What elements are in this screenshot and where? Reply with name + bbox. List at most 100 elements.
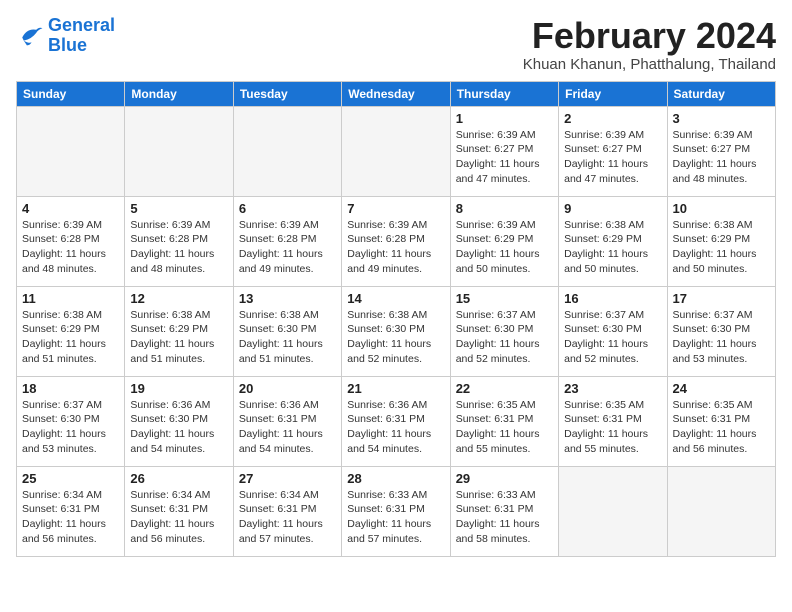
day-info: Sunrise: 6:36 AM Sunset: 6:31 PM Dayligh… — [239, 398, 336, 457]
calendar-cell: 10 Sunrise: 6:38 AM Sunset: 6:29 PM Dayli… — [667, 196, 775, 286]
day-info: Sunrise: 6:39 AM Sunset: 6:27 PM Dayligh… — [673, 128, 770, 187]
calendar-cell: 7 Sunrise: 6:39 AM Sunset: 6:28 PM Daylig… — [342, 196, 450, 286]
day-number: 12 — [130, 291, 227, 306]
week-row-2: 4 Sunrise: 6:39 AM Sunset: 6:28 PM Daylig… — [17, 196, 776, 286]
day-header-monday: Monday — [125, 81, 233, 106]
calendar-cell: 1 Sunrise: 6:39 AM Sunset: 6:27 PM Daylig… — [450, 106, 558, 196]
calendar-cell: 16Sunrise: 6:37 AM Sunset: 6:30 PM Dayli… — [559, 286, 667, 376]
day-info: Sunrise: 6:36 AM Sunset: 6:31 PM Dayligh… — [347, 398, 444, 457]
logo-general: General — [48, 15, 115, 35]
day-info: Sunrise: 6:39 AM Sunset: 6:27 PM Dayligh… — [456, 128, 553, 187]
day-number: 25 — [22, 471, 119, 486]
day-number: 7 — [347, 201, 444, 216]
calendar-cell: 26Sunrise: 6:34 AM Sunset: 6:31 PM Dayli… — [125, 466, 233, 556]
calendar-cell: 11Sunrise: 6:38 AM Sunset: 6:29 PM Dayli… — [17, 286, 125, 376]
day-number: 4 — [22, 201, 119, 216]
calendar-cell: 28 Sunrise: 6:33 AM Sunset: 6:31 PM Dayli… — [342, 466, 450, 556]
calendar-cell: 3 Sunrise: 6:39 AM Sunset: 6:27 PM Daylig… — [667, 106, 775, 196]
logo-blue: Blue — [48, 35, 87, 55]
calendar-cell: 13 Sunrise: 6:38 AM Sunset: 6:30 PM Dayli… — [233, 286, 341, 376]
day-info: Sunrise: 6:39 AM Sunset: 6:27 PM Dayligh… — [564, 128, 661, 187]
day-number: 1 — [456, 111, 553, 126]
day-info: Sunrise: 6:39 AM Sunset: 6:28 PM Dayligh… — [22, 218, 119, 277]
day-header-friday: Friday — [559, 81, 667, 106]
calendar-cell: 27 Sunrise: 6:34 AM Sunset: 6:31 PM Dayli… — [233, 466, 341, 556]
day-number: 18 — [22, 381, 119, 396]
header: General Blue February 2024 Khuan Khanun,… — [16, 16, 776, 73]
calendar-cell: 22 Sunrise: 6:35 AM Sunset: 6:31 PM Dayli… — [450, 376, 558, 466]
day-info: Sunrise: 6:34 AM Sunset: 6:31 PM Dayligh… — [239, 488, 336, 547]
calendar-cell: 17 Sunrise: 6:37 AM Sunset: 6:30 PM Dayli… — [667, 286, 775, 376]
day-number: 23 — [564, 381, 661, 396]
calendar-table: SundayMondayTuesdayWednesdayThursdayFrid… — [16, 81, 776, 557]
day-number: 20 — [239, 381, 336, 396]
calendar-cell: 21 Sunrise: 6:36 AM Sunset: 6:31 PM Dayli… — [342, 376, 450, 466]
day-number: 5 — [130, 201, 227, 216]
calendar-cell — [342, 106, 450, 196]
calendar-cell: 15 Sunrise: 6:37 AM Sunset: 6:30 PM Dayli… — [450, 286, 558, 376]
day-number: 29 — [456, 471, 553, 486]
day-number: 3 — [673, 111, 770, 126]
day-header-saturday: Saturday — [667, 81, 775, 106]
title-block: February 2024 Khuan Khanun, Phatthalung,… — [523, 16, 776, 73]
day-info: Sunrise: 6:38 AM Sunset: 6:30 PM Dayligh… — [239, 308, 336, 367]
calendar-cell: 20 Sunrise: 6:36 AM Sunset: 6:31 PM Dayli… — [233, 376, 341, 466]
calendar-cell — [233, 106, 341, 196]
day-number: 15 — [456, 291, 553, 306]
calendar-cell: 29 Sunrise: 6:33 AM Sunset: 6:31 PM Dayli… — [450, 466, 558, 556]
day-number: 22 — [456, 381, 553, 396]
day-info: Sunrise: 6:39 AM Sunset: 6:28 PM Dayligh… — [239, 218, 336, 277]
logo-icon — [16, 22, 44, 50]
calendar-cell: 14 Sunrise: 6:38 AM Sunset: 6:30 PM Dayli… — [342, 286, 450, 376]
day-number: 16 — [564, 291, 661, 306]
day-info: Sunrise: 6:35 AM Sunset: 6:31 PM Dayligh… — [564, 398, 661, 457]
day-number: 27 — [239, 471, 336, 486]
day-info: Sunrise: 6:38 AM Sunset: 6:29 PM Dayligh… — [130, 308, 227, 367]
day-info: Sunrise: 6:35 AM Sunset: 6:31 PM Dayligh… — [673, 398, 770, 457]
week-row-3: 11Sunrise: 6:38 AM Sunset: 6:29 PM Dayli… — [17, 286, 776, 376]
day-header-sunday: Sunday — [17, 81, 125, 106]
day-number: 8 — [456, 201, 553, 216]
calendar-cell: 4 Sunrise: 6:39 AM Sunset: 6:28 PM Daylig… — [17, 196, 125, 286]
day-number: 21 — [347, 381, 444, 396]
day-number: 10 — [673, 201, 770, 216]
day-number: 14 — [347, 291, 444, 306]
day-number: 13 — [239, 291, 336, 306]
day-number: 17 — [673, 291, 770, 306]
day-header-tuesday: Tuesday — [233, 81, 341, 106]
calendar-title: February 2024 — [523, 16, 776, 56]
calendar-cell — [17, 106, 125, 196]
day-number: 26 — [130, 471, 227, 486]
week-row-4: 18 Sunrise: 6:37 AM Sunset: 6:30 PM Dayli… — [17, 376, 776, 466]
day-info: Sunrise: 6:37 AM Sunset: 6:30 PM Dayligh… — [456, 308, 553, 367]
calendar-subtitle: Khuan Khanun, Phatthalung, Thailand — [523, 56, 776, 73]
calendar-cell: 19 Sunrise: 6:36 AM Sunset: 6:30 PM Dayli… — [125, 376, 233, 466]
day-info: Sunrise: 6:38 AM Sunset: 6:30 PM Dayligh… — [347, 308, 444, 367]
day-info: Sunrise: 6:39 AM Sunset: 6:29 PM Dayligh… — [456, 218, 553, 277]
calendar-cell — [125, 106, 233, 196]
calendar-cell — [559, 466, 667, 556]
day-info: Sunrise: 6:38 AM Sunset: 6:29 PM Dayligh… — [22, 308, 119, 367]
calendar-cell: 2 Sunrise: 6:39 AM Sunset: 6:27 PM Daylig… — [559, 106, 667, 196]
calendar-cell: 6 Sunrise: 6:39 AM Sunset: 6:28 PM Daylig… — [233, 196, 341, 286]
day-number: 6 — [239, 201, 336, 216]
day-info: Sunrise: 6:37 AM Sunset: 6:30 PM Dayligh… — [673, 308, 770, 367]
day-info: Sunrise: 6:33 AM Sunset: 6:31 PM Dayligh… — [456, 488, 553, 547]
calendar-cell: 23 Sunrise: 6:35 AM Sunset: 6:31 PM Dayli… — [559, 376, 667, 466]
day-info: Sunrise: 6:38 AM Sunset: 6:29 PM Dayligh… — [673, 218, 770, 277]
calendar-cell: 8 Sunrise: 6:39 AM Sunset: 6:29 PM Daylig… — [450, 196, 558, 286]
day-number: 28 — [347, 471, 444, 486]
calendar-cell: 5 Sunrise: 6:39 AM Sunset: 6:28 PM Daylig… — [125, 196, 233, 286]
day-info: Sunrise: 6:39 AM Sunset: 6:28 PM Dayligh… — [130, 218, 227, 277]
day-number: 9 — [564, 201, 661, 216]
week-row-1: 1 Sunrise: 6:39 AM Sunset: 6:27 PM Daylig… — [17, 106, 776, 196]
day-info: Sunrise: 6:36 AM Sunset: 6:30 PM Dayligh… — [130, 398, 227, 457]
day-number: 2 — [564, 111, 661, 126]
day-number: 19 — [130, 381, 227, 396]
day-info: Sunrise: 6:39 AM Sunset: 6:28 PM Dayligh… — [347, 218, 444, 277]
calendar-cell: 9Sunrise: 6:38 AM Sunset: 6:29 PM Daylig… — [559, 196, 667, 286]
day-info: Sunrise: 6:37 AM Sunset: 6:30 PM Dayligh… — [22, 398, 119, 457]
day-info: Sunrise: 6:33 AM Sunset: 6:31 PM Dayligh… — [347, 488, 444, 547]
calendar-cell: 25Sunrise: 6:34 AM Sunset: 6:31 PM Dayli… — [17, 466, 125, 556]
day-info: Sunrise: 6:35 AM Sunset: 6:31 PM Dayligh… — [456, 398, 553, 457]
